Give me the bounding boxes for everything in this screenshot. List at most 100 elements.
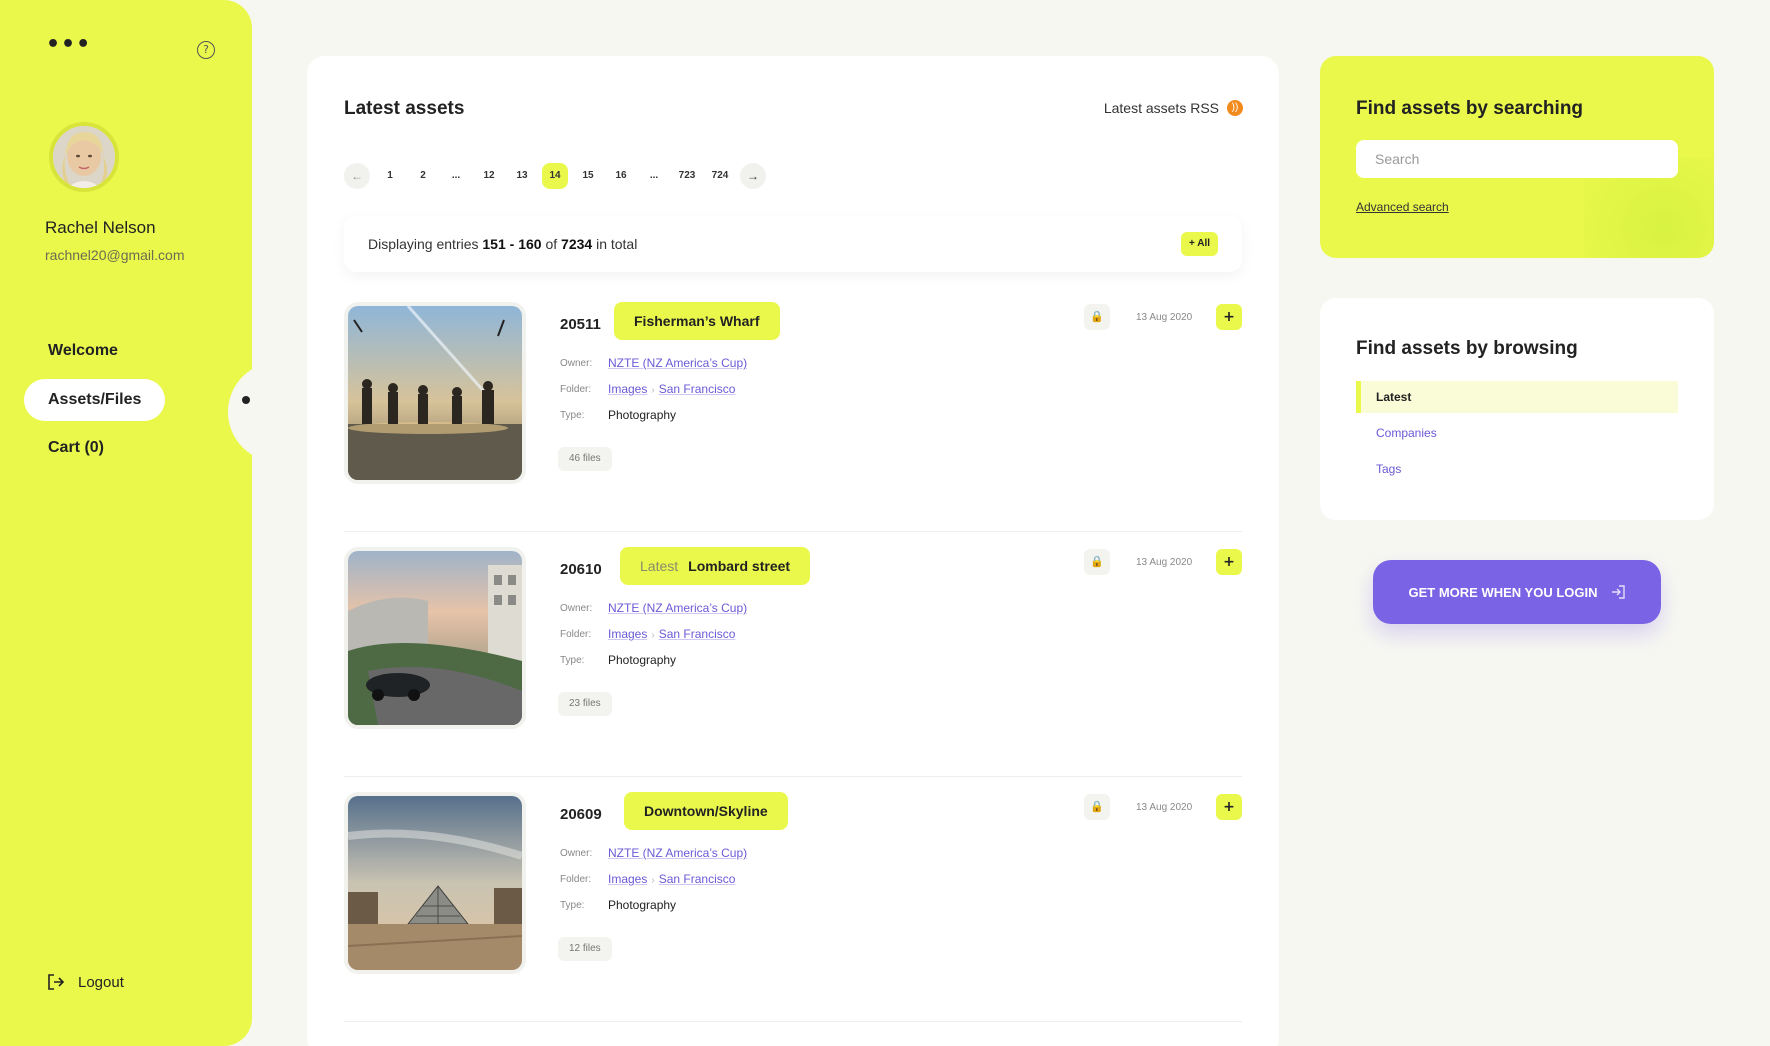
entries-summary: Displaying entries 151 - 160 of 7234 in … xyxy=(344,216,1242,272)
asset-date: 13 Aug 2020 xyxy=(1136,557,1193,568)
entries-total: 7234 xyxy=(561,236,593,252)
folder-link[interactable]: San Francisco xyxy=(659,382,736,396)
asset-title: Fisherman’s Wharf xyxy=(634,313,760,329)
latest-assets-panel: Latest assets Latest assets RSS )) ← 1 2… xyxy=(307,56,1279,1046)
owner-value: NZTE (NZ America’s Cup) xyxy=(608,601,747,615)
type-label: Type: xyxy=(560,655,585,666)
folder-link[interactable]: Images xyxy=(608,627,647,641)
folder-link[interactable]: Images xyxy=(608,872,647,886)
lock-icon[interactable]: 🔒 xyxy=(1084,549,1110,575)
asset-row: 20609 Downtown/Skyline Owner: NZTE (NZ A… xyxy=(344,792,1242,1022)
add-to-cart-button[interactable]: + xyxy=(1216,549,1242,575)
browse-item-companies[interactable]: Companies xyxy=(1356,417,1678,449)
folder-breadcrumb: Images › San Francisco xyxy=(608,872,735,886)
page-link[interactable]: 2 xyxy=(410,163,436,189)
login-button[interactable]: GET MORE WHEN YOU LOGIN xyxy=(1373,560,1661,624)
asset-title: Lombard street xyxy=(688,558,791,574)
page-link[interactable]: 723 xyxy=(674,163,700,189)
logout-icon xyxy=(48,974,65,990)
owner-label: Owner: xyxy=(560,603,593,614)
user-email: rachnel20@gmail.com xyxy=(45,247,185,263)
prev-page-button[interactable]: ← xyxy=(344,163,370,189)
entries-suffix: in total xyxy=(596,236,638,252)
login-button-label: GET MORE WHEN YOU LOGIN xyxy=(1408,584,1598,600)
files-count-badge: 12 files xyxy=(558,937,612,961)
avatar-image xyxy=(53,126,115,188)
folder-link[interactable]: San Francisco xyxy=(659,872,736,886)
search-input[interactable] xyxy=(1356,140,1678,178)
owner-link[interactable]: NZTE (NZ America’s Cup) xyxy=(608,356,747,370)
type-label: Type: xyxy=(560,410,585,421)
logout-button[interactable]: Logout xyxy=(46,972,124,992)
add-to-cart-button[interactable]: + xyxy=(1216,794,1242,820)
files-count-badge: 23 files xyxy=(558,692,612,716)
asset-id: 20610 xyxy=(560,561,602,578)
type-value: Photography xyxy=(608,408,677,422)
page-ellipsis: ... xyxy=(649,170,659,181)
asset-thumbnail[interactable] xyxy=(344,792,526,974)
owner-link[interactable]: NZTE (NZ America’s Cup) xyxy=(608,601,747,615)
asset-title-tag[interactable]: Fisherman’s Wharf xyxy=(614,302,780,340)
owner-value: NZTE (NZ America’s Cup) xyxy=(608,846,747,860)
active-indicator-dot xyxy=(242,396,250,404)
page-link-current[interactable]: 14 xyxy=(542,163,568,189)
browse-card-title: Find assets by browsing xyxy=(1356,338,1578,359)
rss-label: Latest assets RSS xyxy=(1103,100,1219,116)
search-card: Find assets by searching Advanced search xyxy=(1320,56,1714,258)
type-label: Type: xyxy=(560,900,585,911)
user-name: Rachel Nelson xyxy=(45,218,156,237)
nav-item-welcome[interactable]: Welcome xyxy=(24,330,142,372)
asset-title-tag[interactable]: Latest Lombard street xyxy=(620,547,811,585)
page-ellipsis: ... xyxy=(451,170,461,181)
nav-item-cart[interactable]: Cart (0) xyxy=(24,427,128,469)
lock-icon[interactable]: 🔒 xyxy=(1084,794,1110,820)
page-link[interactable]: 13 xyxy=(509,163,535,189)
asset-thumbnail[interactable] xyxy=(344,302,526,484)
avatar[interactable] xyxy=(49,122,119,192)
lock-icon[interactable]: 🔒 xyxy=(1084,304,1110,330)
asset-row: 20610 Latest Lombard street Owner: NZTE (… xyxy=(344,547,1242,777)
help-icon[interactable]: ? xyxy=(197,41,215,59)
asset-date: 13 Aug 2020 xyxy=(1136,312,1193,323)
entries-text: Displaying entries 151 - 160 of 7234 in … xyxy=(368,236,637,252)
asset-photo xyxy=(348,796,522,970)
asset-photo xyxy=(348,306,522,480)
search-card-title: Find assets by searching xyxy=(1356,98,1584,119)
asset-id: 20511 xyxy=(560,316,601,333)
owner-link[interactable]: NZTE (NZ America’s Cup) xyxy=(608,846,747,860)
page-link[interactable]: 724 xyxy=(707,163,733,189)
browse-item-latest[interactable]: Latest xyxy=(1356,381,1678,413)
browse-item-tags[interactable]: Tags xyxy=(1356,453,1678,485)
rss-link[interactable]: Latest assets RSS )) xyxy=(1104,100,1243,116)
asset-id: 20609 xyxy=(560,806,602,823)
asset-photo xyxy=(348,551,522,725)
more-dots-icon[interactable]: ••• xyxy=(46,34,91,56)
folder-link[interactable]: Images xyxy=(608,382,647,396)
page-link[interactable]: 16 xyxy=(608,163,634,189)
asset-date: 13 Aug 2020 xyxy=(1136,802,1193,813)
folder-label: Folder: xyxy=(560,384,592,395)
next-page-button[interactable]: → xyxy=(740,163,766,189)
owner-label: Owner: xyxy=(560,848,593,859)
type-value: Photography xyxy=(608,898,677,912)
page-link[interactable]: 12 xyxy=(476,163,502,189)
advanced-search-link[interactable]: Advanced search xyxy=(1356,200,1449,214)
entries-range: 151 - 160 xyxy=(482,236,542,252)
owner-label: Owner: xyxy=(560,358,593,369)
asset-thumbnail[interactable] xyxy=(344,547,526,729)
folder-link[interactable]: San Francisco xyxy=(659,627,736,641)
login-arrow-icon xyxy=(1611,585,1625,599)
asset-title: Downtown/Skyline xyxy=(644,803,768,819)
page-link[interactable]: 15 xyxy=(575,163,601,189)
page-link[interactable]: 1 xyxy=(377,163,403,189)
sidebar: ••• ? Rachel Nelson rachnel20@gmail.com … xyxy=(0,0,252,1046)
nav-item-assets-files[interactable]: Assets/Files xyxy=(24,379,166,421)
asset-row: 20511 Fisherman’s Wharf Owner: NZTE (NZ … xyxy=(344,302,1242,532)
asset-title-tag[interactable]: Downtown/Skyline xyxy=(624,792,788,830)
folder-breadcrumb: Images › San Francisco xyxy=(608,627,735,641)
logout-label: Logout xyxy=(78,973,124,991)
show-all-button[interactable]: + All xyxy=(1180,232,1218,256)
owner-value: NZTE (NZ America’s Cup) xyxy=(608,356,747,370)
entries-prefix: Displaying entries xyxy=(368,236,479,252)
add-to-cart-button[interactable]: + xyxy=(1216,304,1242,330)
